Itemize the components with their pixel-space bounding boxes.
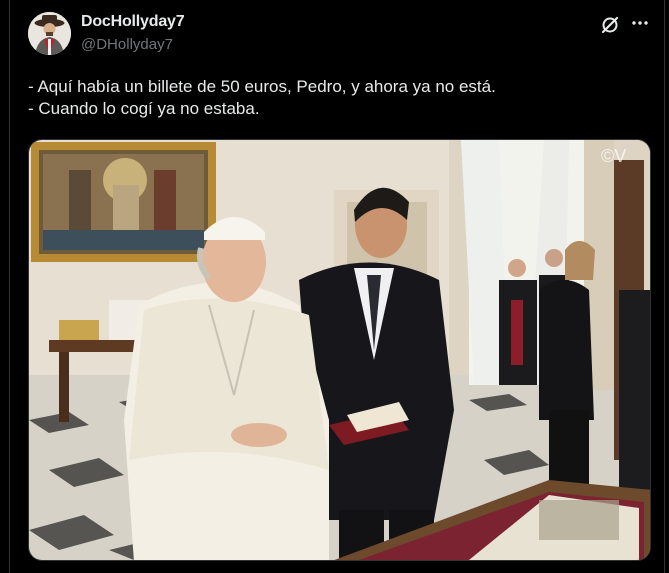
media-watermark: ©V xyxy=(601,146,626,166)
tweet-line-1: - Aquí había un billete de 50 euros, Ped… xyxy=(28,77,496,96)
author-display-name[interactable]: DocHollyday7 xyxy=(81,13,185,31)
tweet-photo[interactable]: ©V xyxy=(28,139,651,561)
author-handle[interactable]: @DHollyday7 xyxy=(81,36,173,53)
more-options-icon[interactable] xyxy=(630,13,650,33)
author-avatar[interactable] xyxy=(28,12,71,55)
tweet-text: - Aquí había un billete de 50 euros, Ped… xyxy=(28,76,648,120)
tweet-line-2: - Cuando lo cogí ya no estaba. xyxy=(28,99,260,118)
avatar-image xyxy=(28,12,71,55)
grok-icon[interactable] xyxy=(600,15,620,35)
